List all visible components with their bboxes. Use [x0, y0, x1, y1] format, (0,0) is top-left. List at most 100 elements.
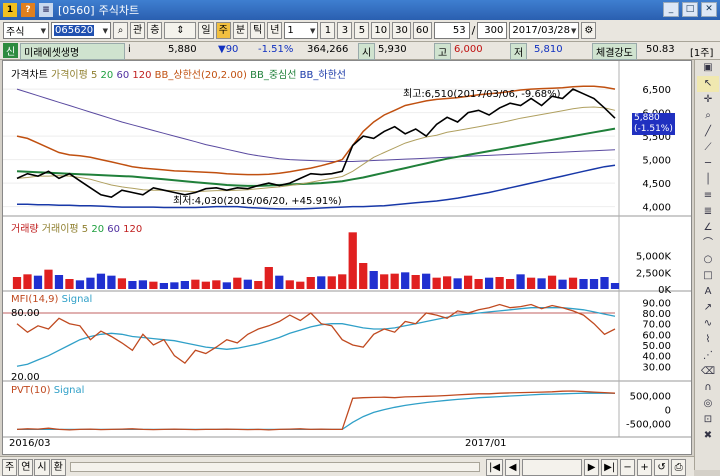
minute-3[interactable]: 3 — [337, 22, 353, 39]
min-label: 최저:4,030(2016/06/20, +45.91%) — [173, 196, 342, 207]
minute-60[interactable]: 60 — [412, 22, 432, 39]
chart-svg[interactable]: 6,5006,0005,5005,0004,5004,0005,000K2,50… — [3, 61, 691, 454]
volume-bar — [306, 277, 315, 289]
mfi-signal-line — [16, 307, 616, 367]
volume-bar — [411, 275, 420, 289]
legend-vol-ma5: 거래이평 5 — [41, 224, 89, 235]
magnet-icon[interactable]: ∩ — [697, 380, 719, 396]
line-icon[interactable]: ╱ — [697, 124, 719, 140]
chevron-down-icon: ▼ — [102, 26, 108, 35]
legend-ma60: 60 — [116, 70, 130, 81]
btn-a[interactable]: 관 — [130, 22, 146, 39]
strength-label: 체결강도 — [592, 43, 637, 60]
tab-1[interactable]: 연 — [18, 459, 34, 476]
period-week[interactable]: 주 — [215, 22, 231, 39]
horizontal-line-icon[interactable]: ─ — [697, 156, 719, 172]
tab-2[interactable]: 시 — [34, 459, 50, 476]
next-icon[interactable]: ▶ — [584, 459, 600, 476]
rectangle-icon[interactable]: □ — [697, 268, 719, 284]
legend-ma120: 120 — [132, 70, 152, 81]
scroll-thumb[interactable] — [522, 459, 583, 476]
auto-icon[interactable]: ◎ — [697, 396, 719, 412]
reset-icon[interactable]: ↺ — [654, 459, 670, 476]
legend-volume: 거래량 — [11, 224, 39, 235]
wave-icon[interactable]: ∿ — [697, 316, 719, 332]
mfi-y-tick: 60.00 — [642, 330, 671, 341]
zoom-icon[interactable]: ⌕ — [697, 108, 719, 124]
first-icon[interactable]: |◀ — [486, 459, 504, 476]
count-input[interactable]: 53 — [433, 22, 470, 39]
volume-bar — [65, 279, 74, 289]
last-icon[interactable]: ▶| — [601, 459, 619, 476]
credit-icon: 신 — [3, 43, 19, 58]
mfi-legend: MFI(14,9) Signal — [11, 294, 92, 305]
minute-10[interactable]: 10 — [371, 22, 391, 39]
legend-ma5: 가격이평 5 — [51, 70, 98, 81]
arrow-icon[interactable]: ↗ — [697, 300, 719, 316]
total-input[interactable]: 300 — [477, 22, 508, 39]
search-button[interactable]: ⌕ — [113, 22, 128, 39]
volume-bar — [443, 276, 452, 289]
current-price-tag: 5,880 (-1.51%) — [632, 113, 675, 135]
chart-area[interactable]: 6,5006,0005,5005,0004,5004,0005,000K2,50… — [2, 60, 692, 455]
circle-icon[interactable]: ○ — [697, 252, 719, 268]
minute-1[interactable]: 1 — [320, 22, 336, 39]
info-icon[interactable]: i — [128, 44, 131, 55]
tab-0[interactable]: 주 — [2, 459, 18, 476]
period-tick[interactable]: 틱 — [250, 22, 266, 39]
tab-3[interactable]: 환 — [50, 459, 66, 476]
minute-5[interactable]: 5 — [354, 22, 370, 39]
date-select[interactable]: 2017/03/28 ▼ — [509, 22, 580, 39]
expand-icon[interactable]: ▣ — [697, 60, 719, 76]
close-icon[interactable]: ✕ — [701, 2, 717, 17]
crosshair-icon[interactable]: ✛ — [697, 92, 719, 108]
zoom-in-icon[interactable]: + — [637, 459, 653, 476]
period-year[interactable]: 년 — [267, 22, 283, 39]
pvt-legend: PVT(10) Signal — [11, 385, 84, 396]
low-label: 저 — [510, 43, 528, 60]
cursor-icon[interactable]: ↖ — [697, 76, 719, 92]
period-day[interactable]: 일 — [198, 22, 214, 39]
arc-icon[interactable]: ⌒ — [697, 236, 719, 252]
period-minute[interactable]: 분 — [232, 22, 249, 39]
minute-select[interactable]: 1 ▼ — [284, 22, 319, 39]
prev-icon[interactable]: ◀ — [505, 459, 521, 476]
volume-bar — [401, 272, 410, 289]
stepper-button[interactable]: ⇕ — [164, 22, 197, 39]
btn-b[interactable]: 층 — [147, 22, 163, 39]
minute-30[interactable]: 30 — [392, 22, 411, 39]
volume-y-tick: 2,500K — [636, 268, 672, 279]
trendline-icon[interactable]: ⟋ — [697, 140, 719, 156]
channel-icon[interactable]: ≡ — [697, 188, 719, 204]
stock-code-select[interactable]: 065620 ▼ — [51, 22, 111, 39]
volume-bar — [54, 275, 64, 289]
open-price: 5,930 — [378, 44, 407, 55]
setting-icon[interactable]: ⚙ — [581, 22, 597, 39]
volume-bar — [285, 280, 294, 289]
volume-bar — [243, 279, 252, 289]
menu-icon[interactable]: ≡ — [39, 3, 53, 17]
market-select[interactable]: 주식 ▼ — [3, 22, 49, 39]
delete-icon[interactable]: ✖ — [697, 428, 719, 444]
zoom-out-icon[interactable]: − — [620, 459, 636, 476]
angle-icon[interactable]: ∠ — [697, 220, 719, 236]
minimize-icon[interactable]: _ — [663, 2, 679, 17]
eraser-icon[interactable]: ⌫ — [697, 364, 719, 380]
volume-bar — [610, 283, 620, 289]
help-icon[interactable]: ? — [21, 3, 35, 17]
fibonacci-icon[interactable]: ≣ — [697, 204, 719, 220]
x-label-2017: 2017/01 — [465, 438, 507, 449]
maximize-icon[interactable]: □ — [682, 2, 698, 17]
fan-icon[interactable]: ⋰ — [697, 348, 719, 364]
price-y-tick: 6,500 — [642, 85, 671, 96]
scrollbar[interactable] — [70, 462, 480, 472]
volume-bar — [589, 279, 599, 289]
cycle-icon[interactable]: ⌇ — [697, 332, 719, 348]
price-y-tick: 4,500 — [642, 179, 671, 190]
text-icon[interactable]: A — [697, 284, 719, 300]
print-icon[interactable]: ⎙ — [671, 459, 687, 476]
vertical-line-icon[interactable]: │ — [697, 172, 719, 188]
legend-ma20: 20 — [100, 70, 114, 81]
lock-icon[interactable]: ⊡ — [697, 412, 719, 428]
volume-bar — [348, 232, 357, 289]
